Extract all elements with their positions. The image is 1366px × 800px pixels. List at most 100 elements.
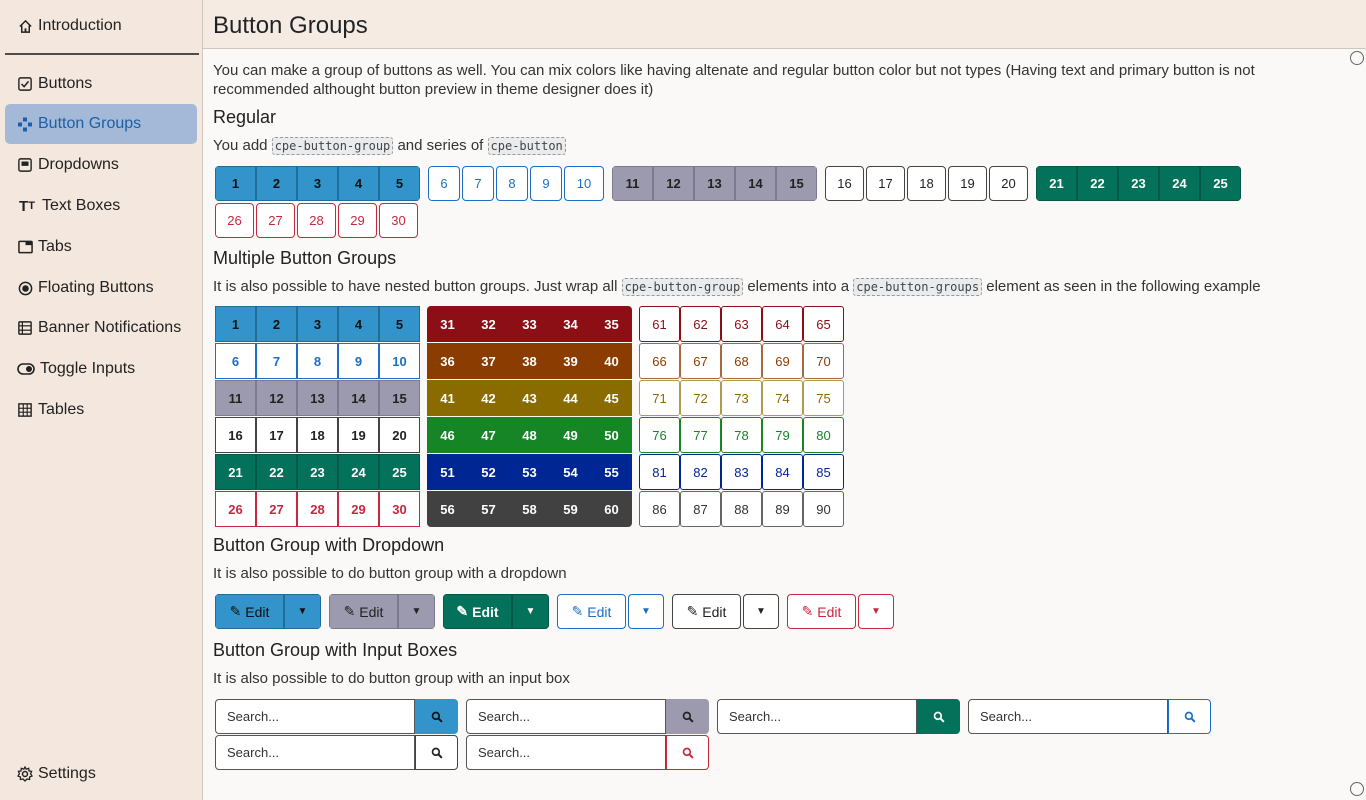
group-button-73[interactable]: 73 — [721, 380, 762, 416]
group-button-19[interactable]: 19 — [948, 166, 987, 201]
group-button-13[interactable]: 13 — [694, 166, 735, 201]
group-button-21[interactable]: 21 — [215, 454, 256, 490]
group-button-4[interactable]: 4 — [338, 166, 379, 201]
sidebar-item-button-groups[interactable]: Button Groups — [5, 104, 197, 144]
group-button-14[interactable]: 14 — [338, 380, 379, 416]
group-button-35[interactable]: 35 — [591, 306, 632, 342]
group-button-78[interactable]: 78 — [721, 417, 762, 453]
group-button-16[interactable]: 16 — [215, 417, 256, 453]
group-button-32[interactable]: 32 — [468, 306, 509, 342]
group-button-10[interactable]: 10 — [379, 343, 420, 379]
sidebar-item-tabs[interactable]: Tabs — [5, 227, 197, 267]
group-button-49[interactable]: 49 — [550, 417, 591, 453]
scroll-down-handle[interactable] — [1350, 782, 1364, 796]
group-button-37[interactable]: 37 — [468, 343, 509, 379]
group-button-46[interactable]: 46 — [427, 417, 468, 453]
group-button-60[interactable]: 60 — [591, 491, 632, 527]
group-button-61[interactable]: 61 — [639, 306, 680, 342]
sidebar-item-banner-notifications[interactable]: Banner Notifications — [5, 308, 197, 348]
edit-button[interactable]: ✎ Edit — [787, 594, 856, 629]
group-button-29[interactable]: 29 — [338, 203, 377, 238]
group-button-54[interactable]: 54 — [550, 454, 591, 490]
group-button-2[interactable]: 2 — [256, 306, 297, 342]
group-button-55[interactable]: 55 — [591, 454, 632, 490]
group-button-20[interactable]: 20 — [989, 166, 1028, 201]
group-button-23[interactable]: 23 — [297, 454, 338, 490]
group-button-5[interactable]: 5 — [379, 166, 420, 201]
group-button-82[interactable]: 82 — [680, 454, 721, 490]
group-button-30[interactable]: 30 — [379, 203, 418, 238]
group-button-20[interactable]: 20 — [379, 417, 420, 453]
group-button-38[interactable]: 38 — [509, 343, 550, 379]
dropdown-toggle-button[interactable]: ▼ — [743, 594, 779, 629]
group-button-28[interactable]: 28 — [297, 203, 336, 238]
search-input[interactable]: Search... — [466, 735, 666, 770]
group-button-40[interactable]: 40 — [591, 343, 632, 379]
group-button-88[interactable]: 88 — [721, 491, 762, 527]
group-button-21[interactable]: 21 — [1036, 166, 1077, 201]
search-button[interactable] — [415, 735, 458, 770]
group-button-86[interactable]: 86 — [639, 491, 680, 527]
search-input[interactable]: Search... — [215, 699, 415, 734]
group-button-69[interactable]: 69 — [762, 343, 803, 379]
group-button-85[interactable]: 85 — [803, 454, 844, 490]
group-button-7[interactable]: 7 — [256, 343, 297, 379]
group-button-3[interactable]: 3 — [297, 166, 338, 201]
group-button-41[interactable]: 41 — [427, 380, 468, 416]
group-button-12[interactable]: 12 — [653, 166, 694, 201]
search-input[interactable]: Search... — [717, 699, 917, 734]
group-button-57[interactable]: 57 — [468, 491, 509, 527]
group-button-77[interactable]: 77 — [680, 417, 721, 453]
group-button-74[interactable]: 74 — [762, 380, 803, 416]
group-button-28[interactable]: 28 — [297, 491, 338, 527]
group-button-5[interactable]: 5 — [379, 306, 420, 342]
group-button-63[interactable]: 63 — [721, 306, 762, 342]
group-button-14[interactable]: 14 — [735, 166, 776, 201]
search-button[interactable] — [1168, 699, 1211, 734]
group-button-4[interactable]: 4 — [338, 306, 379, 342]
group-button-76[interactable]: 76 — [639, 417, 680, 453]
group-button-22[interactable]: 22 — [1077, 166, 1118, 201]
group-button-58[interactable]: 58 — [509, 491, 550, 527]
group-button-9[interactable]: 9 — [338, 343, 379, 379]
group-button-66[interactable]: 66 — [639, 343, 680, 379]
search-button[interactable] — [666, 699, 709, 734]
group-button-22[interactable]: 22 — [256, 454, 297, 490]
group-button-89[interactable]: 89 — [762, 491, 803, 527]
group-button-10[interactable]: 10 — [564, 166, 604, 201]
group-button-15[interactable]: 15 — [776, 166, 817, 201]
group-button-9[interactable]: 9 — [530, 166, 562, 201]
group-button-11[interactable]: 11 — [215, 380, 256, 416]
group-button-8[interactable]: 8 — [496, 166, 528, 201]
group-button-65[interactable]: 65 — [803, 306, 844, 342]
group-button-27[interactable]: 27 — [256, 491, 297, 527]
group-button-68[interactable]: 68 — [721, 343, 762, 379]
group-button-30[interactable]: 30 — [379, 491, 420, 527]
group-button-6[interactable]: 6 — [215, 343, 256, 379]
group-button-67[interactable]: 67 — [680, 343, 721, 379]
group-button-1[interactable]: 1 — [215, 166, 256, 201]
dropdown-toggle-button[interactable]: ▼ — [858, 594, 894, 629]
group-button-81[interactable]: 81 — [639, 454, 680, 490]
group-button-12[interactable]: 12 — [256, 380, 297, 416]
group-button-71[interactable]: 71 — [639, 380, 680, 416]
group-button-11[interactable]: 11 — [612, 166, 653, 201]
group-button-42[interactable]: 42 — [468, 380, 509, 416]
group-button-2[interactable]: 2 — [256, 166, 297, 201]
group-button-45[interactable]: 45 — [591, 380, 632, 416]
search-input[interactable]: Search... — [215, 735, 415, 770]
sidebar-item-dropdowns[interactable]: Dropdowns — [5, 145, 197, 185]
group-button-13[interactable]: 13 — [297, 380, 338, 416]
group-button-19[interactable]: 19 — [338, 417, 379, 453]
group-button-59[interactable]: 59 — [550, 491, 591, 527]
group-button-83[interactable]: 83 — [721, 454, 762, 490]
group-button-53[interactable]: 53 — [509, 454, 550, 490]
group-button-3[interactable]: 3 — [297, 306, 338, 342]
group-button-26[interactable]: 26 — [215, 491, 256, 527]
search-button[interactable] — [917, 699, 960, 734]
group-button-52[interactable]: 52 — [468, 454, 509, 490]
group-button-50[interactable]: 50 — [591, 417, 632, 453]
dropdown-toggle-button[interactable]: ▼ — [512, 594, 549, 629]
group-button-8[interactable]: 8 — [297, 343, 338, 379]
group-button-24[interactable]: 24 — [338, 454, 379, 490]
